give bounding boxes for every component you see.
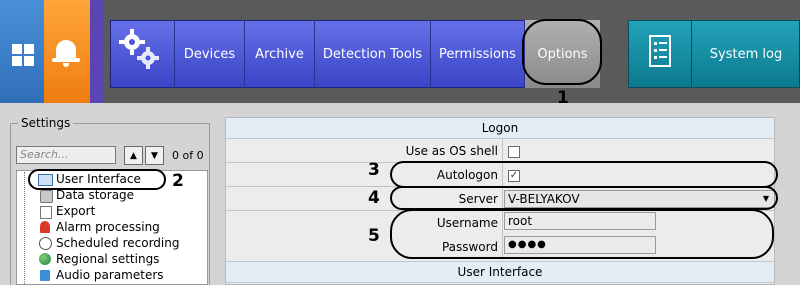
audio-icon [40,270,50,281]
annotation-4: 4 [368,188,380,208]
tree-item-label: Regional settings [56,252,160,266]
export-icon [40,206,52,219]
nav-devices[interactable]: Devices [174,20,244,88]
nav-detection-tools[interactable]: Detection Tools [314,20,430,88]
chevron-up-icon[interactable]: ▲ [124,146,143,165]
annotation-oval-4 [390,186,778,210]
annotation-5: 5 [368,226,380,246]
use-os-shell-label: Use as OS shell [405,144,498,158]
search-input[interactable]: Search... [16,146,116,164]
bell-icon [52,40,80,67]
logon-header: Logon [226,118,774,139]
annotation-2: 2 [172,171,184,191]
tree-connector [24,172,26,284]
annotation-3: 3 [368,160,380,180]
tree-item-label: Audio parameters [56,268,164,282]
nav-archive[interactable]: Archive [244,20,314,88]
annotation-1: 1 [557,88,569,108]
globe-icon [39,253,51,265]
windows-icon [12,44,34,66]
use-os-shell-checkbox[interactable] [508,146,520,158]
clock-icon [39,237,52,250]
annotation-oval-5 [390,209,774,259]
tree-item-label: Data storage [56,188,135,202]
annotation-oval-2 [28,169,166,190]
system-log-button[interactable]: System log [692,20,800,88]
storage-icon [40,190,53,203]
user-interface-header: User Interface [226,261,774,283]
log-list-icon[interactable] [628,20,692,88]
nav-permissions[interactable]: Permissions [430,20,524,88]
search-result-count: 0 of 0 [172,149,204,162]
chevron-down-icon[interactable]: ▼ [145,146,164,165]
tree-item-label: Alarm processing [56,220,160,234]
tree-item-label: Export [56,204,96,218]
settings-title: Settings [18,116,74,130]
annotation-oval-3 [390,161,778,188]
annotation-oval-1 [522,19,602,85]
tile-separator [90,0,104,103]
gears-icon[interactable] [110,20,174,88]
alarm-icon [40,221,50,233]
tree-item-label: Scheduled recording [56,236,180,250]
